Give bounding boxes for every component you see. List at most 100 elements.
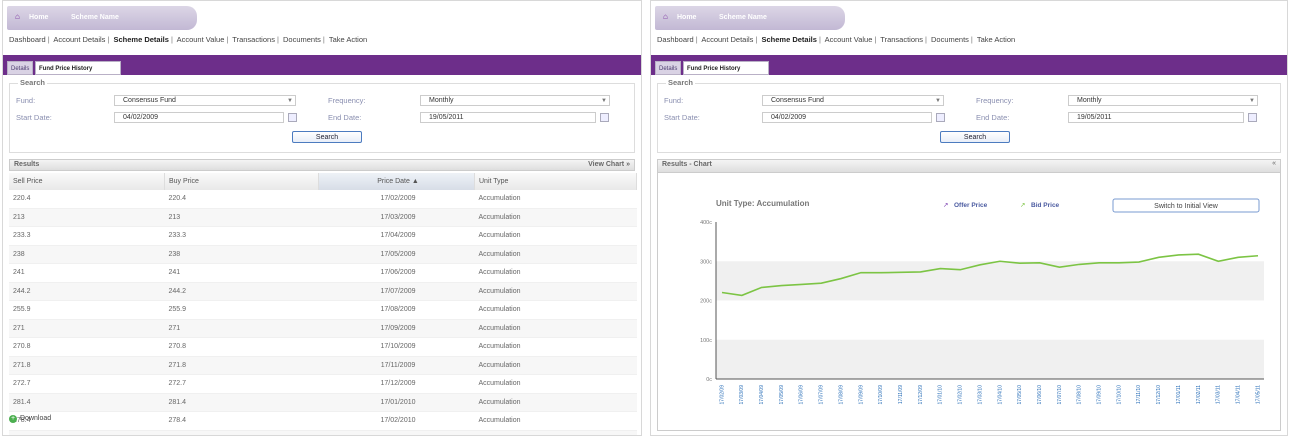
col-buy-price[interactable]: Buy Price [164,173,319,190]
frequency-select[interactable]: Monthly ▼ [1068,95,1258,106]
sell-price-cell: 270.8 [9,337,165,357]
tab-details[interactable]: Details [7,61,33,75]
x-tick-label: 17/10/10 [1116,385,1122,405]
home-icon[interactable]: ⌂ [15,12,20,21]
table-row[interactable]: 255.9 255.9 17/08/2009 Accumulation [9,300,637,320]
tab-fund-price-history[interactable]: Fund Price History [35,61,121,75]
col-sell-price[interactable]: Sell Price [9,173,165,190]
calendar-icon[interactable] [288,113,297,122]
breadcrumb: ⌂ Home Scheme Name [7,6,197,30]
table-row[interactable]: 278.4 278.4 17/02/2010 Accumulation [9,411,637,431]
y-tick-label: 100c [700,338,712,344]
nav-documents[interactable]: Documents [931,35,969,44]
end-date-input[interactable]: 19/05/2011 [420,112,596,123]
unit-type-cell: Accumulation [474,411,637,431]
left-panel: ⌂ Home Scheme Name Dashboard | Account De… [2,0,642,436]
x-tick-label: 17/02/11 [1196,385,1202,404]
x-tick-label: 17/07/10 [1057,385,1063,405]
nav-scheme-details[interactable]: Scheme Details [113,35,168,44]
table-row[interactable]: 281.4 281.4 17/01/2010 Accumulation [9,393,637,412]
price-date-cell: 17/02/2010 [318,411,475,431]
end-date-input[interactable]: 19/05/2011 [1068,112,1244,123]
nav-account-details[interactable]: Account Details [701,35,753,44]
nav-account-value[interactable]: Account Value [825,35,873,44]
calendar-icon[interactable] [1248,113,1257,122]
nav-transactions[interactable]: Transactions [232,35,275,44]
unit-type-cell: Accumulation [474,356,637,375]
nav-account-details[interactable]: Account Details [53,35,105,44]
price-chart: 0c 100c 200c 300c 400c 17/02/09 17/03/09 17/04/… [700,198,1264,405]
breadcrumb-home[interactable]: Home [677,14,696,21]
download-link[interactable]: + Download [9,415,51,423]
tab-details[interactable]: Details [655,61,681,75]
home-icon[interactable]: ⌂ [663,12,668,21]
price-date-cell: 17/10/2009 [318,337,475,357]
tab-fund-price-history[interactable]: Fund Price History [683,61,769,75]
table-row[interactable]: 272.7 272.7 17/12/2009 Accumulation [9,374,637,394]
buy-price-cell: 233.3 [164,226,319,246]
col-price-date[interactable]: Price Date ▲ [318,173,475,190]
start-date-input[interactable]: 04/02/2009 [762,112,932,123]
sell-price-cell: 220.4 [9,190,165,209]
col-unit-type[interactable]: Unit Type [474,173,637,190]
switch-view-label: Switch to Initial View [1154,203,1219,210]
sell-price-cell: 233.3 [9,226,165,246]
table-row[interactable]: 290.9290.917/03/2010Accumulation [9,430,637,435]
x-tick-label: 17/07/09 [819,385,825,405]
chart-header: Results - Chart « [658,160,1280,173]
sell-price-cell: 281.4 [9,393,165,412]
legend-offer-icon: ↗ [943,202,948,209]
table-row[interactable]: 213 213 17/03/2009 Accumulation [9,208,637,227]
nav-account-value[interactable]: Account Value [177,35,225,44]
frequency-select[interactable]: Monthly ▼ [420,95,610,106]
nav-take-action[interactable]: Take Action [977,35,1015,44]
view-chart-link[interactable]: View Chart » [588,161,630,168]
x-tick-label: 17/11/09 [898,385,904,404]
calendar-icon[interactable] [936,113,945,122]
table-row[interactable]: 244.2 244.2 17/07/2009 Accumulation [9,282,637,301]
nav-dashboard[interactable]: Dashboard [657,35,694,44]
nav-take-action[interactable]: Take Action [329,35,367,44]
sell-price-cell: 244.2 [9,282,165,301]
table-row[interactable]: 270.8 270.8 17/10/2009 Accumulation [9,337,637,357]
start-date-input[interactable]: 04/02/2009 [114,112,284,123]
calendar-icon[interactable] [600,113,609,122]
search-button[interactable]: Search [292,131,362,143]
buy-price-cell: 244.2 [164,282,319,301]
buy-price-cell: 278.4 [164,411,319,431]
x-tick-label: 17/09/10 [1097,385,1103,405]
nav-transactions[interactable]: Transactions [880,35,923,44]
price-date-cell: 17/02/2009 [318,190,475,209]
fund-select[interactable]: Consensus Fund ▼ [114,95,296,106]
sell-price-cell: 272.7 [9,374,165,394]
plus-icon: + [9,415,17,423]
nav-dashboard[interactable]: Dashboard [9,35,46,44]
chevron-down-icon: ▼ [1249,98,1255,104]
buy-price-cell: 271.8 [164,356,319,375]
table-row[interactable]: 271 271 17/09/2009 Accumulation [9,319,637,338]
search-button[interactable]: Search [940,131,1010,143]
x-tick-label: 17/03/11 [1216,385,1222,404]
buy-price-cell: 290.9 [164,430,319,435]
table-row[interactable]: 271.8 271.8 17/11/2009 Accumulation [9,356,637,375]
buy-price-cell: 220.4 [164,190,319,209]
table-row[interactable]: 238 238 17/05/2009 Accumulation [9,245,637,264]
chart-panel-title: Results - Chart [662,161,712,168]
results-title: Results [14,161,40,168]
x-tick-label: 17/06/10 [1037,385,1043,405]
table-row[interactable]: 233.3 233.3 17/04/2009 Accumulation [9,226,637,246]
x-tick-label: 17/04/09 [759,385,765,405]
table-row[interactable]: 241 241 17/06/2009 Accumulation [9,263,637,283]
x-tick-label: 17/08/10 [1077,385,1083,405]
fund-select[interactable]: Consensus Fund ▼ [762,95,944,106]
nav-scheme-details[interactable]: Scheme Details [761,35,816,44]
breadcrumb-home[interactable]: Home [29,14,48,21]
nav-documents[interactable]: Documents [283,35,321,44]
chevron-left-icon[interactable]: « [1272,160,1276,167]
x-tick-label: 17/03/09 [739,385,745,405]
breadcrumb-scheme[interactable]: Scheme Name [71,14,119,21]
search-legend: Search [666,78,696,87]
x-tick-label: 17/12/10 [1156,385,1162,405]
breadcrumb-scheme[interactable]: Scheme Name [719,14,767,21]
table-row[interactable]: 220.4 220.4 17/02/2009 Accumulation [9,190,637,209]
